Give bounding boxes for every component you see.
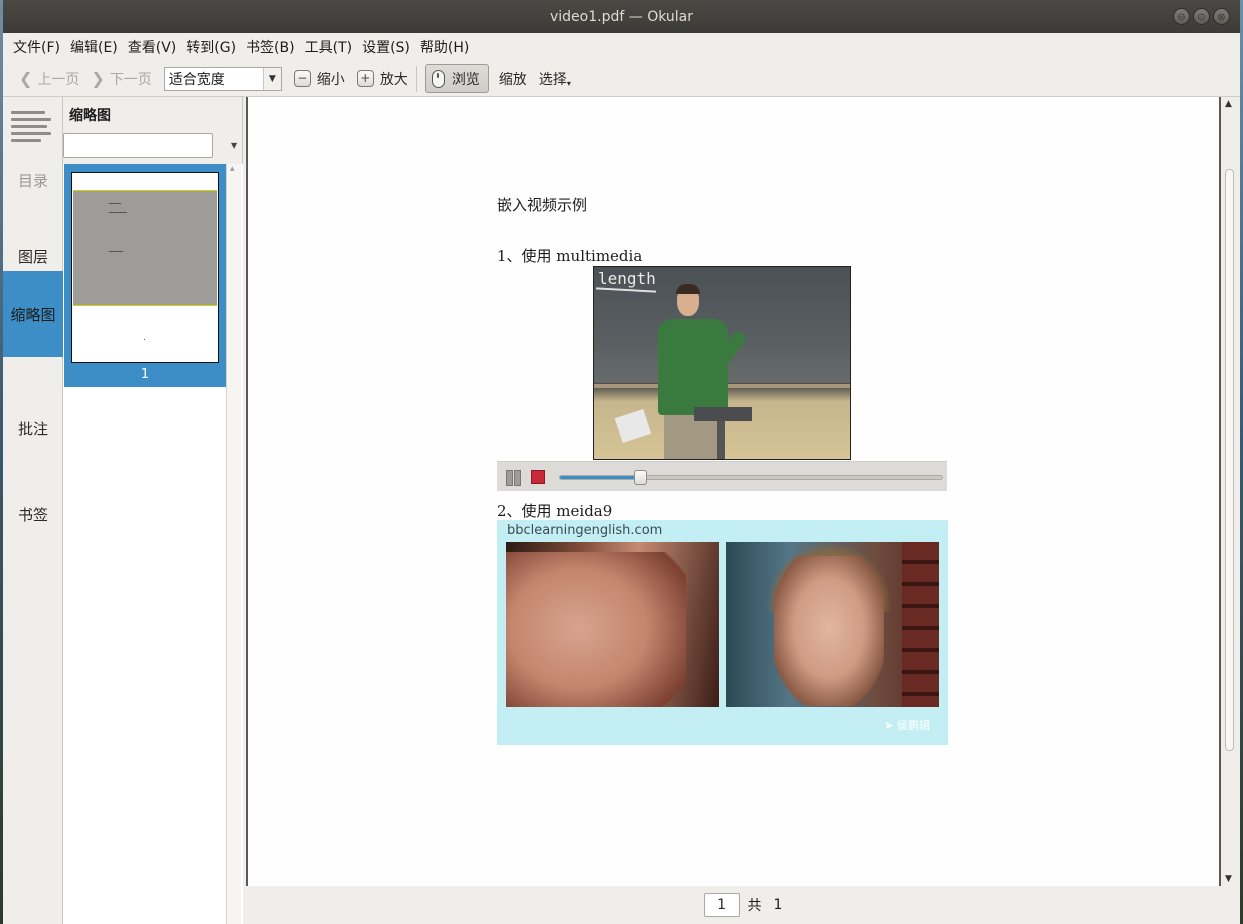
presenter-face	[774, 556, 884, 706]
browse-tool-label: 浏览	[451, 71, 480, 88]
document-scrollbar[interactable]: ▲ ▼	[1221, 97, 1238, 886]
window-controls: ⊖ ⊙ ⊗	[1173, 8, 1230, 25]
zoom-in-button[interactable]: + 放大	[351, 65, 414, 93]
paper-sheet	[614, 409, 652, 443]
maximize-button[interactable]: ⊙	[1193, 8, 1210, 25]
mouse-icon	[431, 69, 445, 88]
menu-bar: 文件(F) 编辑(E) 查看(V) 转到(G) 书签(B) 工具(T) 设置(S…	[3, 33, 1240, 61]
video-player-2[interactable]: bbclearningenglish.com ➤ 侯鹏辑	[497, 520, 948, 745]
chevron-right-icon: ❯	[91, 69, 105, 88]
thumbnails-search-input[interactable]	[63, 133, 213, 158]
thumbnails-title: 缩略图	[69, 108, 111, 124]
seek-handle[interactable]	[634, 470, 648, 485]
zoom-out-label: 缩小	[316, 71, 345, 88]
next-page-label: 下一页	[109, 71, 152, 88]
zoom-out-button[interactable]: − 缩小	[288, 65, 351, 93]
document-view[interactable]: 嵌入视频示例 1、使用 multimedia length 2、使用 meida…	[246, 97, 1221, 886]
zoom-tool-button[interactable]: 缩放	[493, 65, 533, 93]
chalkboard-text: length	[598, 269, 656, 288]
next-page-button[interactable]: ❯ 下一页	[85, 65, 157, 93]
page-total: 1	[773, 897, 783, 913]
sidebar-item-reviews[interactable]: 批注	[3, 385, 63, 471]
thumbnails-list: 1	[63, 164, 243, 924]
face-profile	[506, 552, 686, 707]
main-toolbar: ❮ 上一页 ❯ 下一页 适合宽度 ▼ − 缩小 + 放大 浏览 缩放 选择 ▾	[3, 61, 1240, 97]
scrollbar-thumb[interactable]	[1225, 169, 1234, 751]
video-url-overlay: bbclearningenglish.com	[507, 523, 663, 538]
dropdown-caret-icon: ▾	[566, 79, 571, 88]
menu-go[interactable]: 转到(G)	[185, 37, 243, 57]
select-tool-button[interactable]: 选择 ▾	[533, 65, 577, 93]
video-frame-right	[726, 542, 939, 707]
thumbnail-page-number: 1	[140, 367, 150, 382]
zoom-out-icon: −	[293, 70, 311, 87]
video-player-1[interactable]: length	[593, 266, 851, 460]
chalk-underline	[595, 287, 657, 293]
lectern-stand	[717, 421, 725, 459]
chevron-down-icon[interactable]: ▼	[262, 67, 281, 90]
lectern	[694, 407, 752, 421]
menu-view[interactable]: 查看(V)	[127, 37, 184, 57]
select-tool-label: 选择	[538, 71, 567, 88]
sidebar-item-contents[interactable]: 目录	[3, 137, 63, 223]
zoom-select-value: 适合宽度	[168, 71, 225, 88]
thumbnail-page-1[interactable]: 1	[64, 164, 226, 387]
lecturer-hair	[676, 284, 700, 294]
page-of-label: 共	[747, 898, 762, 914]
window-title: video1.pdf — Okular	[550, 8, 693, 25]
chevron-left-icon: ❮	[19, 69, 33, 88]
section1-title: 1、使用 multimedia	[497, 247, 643, 265]
sidebar-item-thumbnails[interactable]: 缩略图	[3, 271, 63, 357]
title-bar: video1.pdf — Okular ⊖ ⊙ ⊗	[3, 0, 1240, 33]
pause-icon[interactable]	[506, 470, 521, 486]
seek-progress	[560, 476, 641, 479]
browse-tool-button[interactable]: 浏览	[424, 64, 489, 93]
sidebar-item-bookmarks[interactable]: 书签	[3, 471, 63, 557]
thumbnail-video-area	[73, 190, 217, 306]
section2-title: 2、使用 meida9	[497, 502, 613, 520]
zoom-select[interactable]: 适合宽度 ▼	[163, 66, 282, 91]
close-button[interactable]: ⊗	[1213, 8, 1230, 25]
stop-icon[interactable]	[531, 470, 545, 484]
menu-bookmarks[interactable]: 书签(B)	[245, 37, 302, 57]
page-navigation: 1 共 1	[246, 886, 1240, 924]
side-panel-tabs: 目录 图层 缩略图 批注 书签	[3, 97, 63, 924]
menu-settings[interactable]: 设置(S)	[361, 37, 417, 57]
document-heading: 嵌入视频示例	[497, 196, 588, 214]
zoom-tool-label: 缩放	[498, 71, 527, 88]
page-number-input[interactable]: 1	[703, 893, 740, 917]
thumbnails-scrollbar[interactable]	[226, 164, 241, 924]
menu-help[interactable]: 帮助(H)	[419, 37, 476, 57]
scroll-down-icon[interactable]: ▼	[1225, 874, 1232, 884]
minimize-button[interactable]: ⊖	[1173, 8, 1190, 25]
toolbar-separator	[415, 65, 417, 92]
zoom-in-label: 放大	[379, 71, 408, 88]
thumbnail-preview	[71, 172, 219, 363]
menu-edit[interactable]: 编辑(E)	[69, 37, 125, 57]
zoom-in-icon: +	[356, 70, 374, 87]
menu-tools[interactable]: 工具(T)	[304, 37, 359, 57]
prev-page-button[interactable]: ❮ 上一页	[13, 65, 85, 93]
prev-page-label: 上一页	[37, 71, 80, 88]
seek-slider[interactable]	[559, 470, 943, 485]
video-watermark: ➤ 侯鹏辑	[884, 719, 930, 732]
okular-window: video1.pdf — Okular ⊖ ⊙ ⊗ 文件(F) 编辑(E) 查看…	[3, 0, 1240, 924]
video-controls	[497, 461, 947, 491]
chevron-down-icon[interactable]: ▼	[231, 141, 237, 150]
menu-file[interactable]: 文件(F)	[12, 37, 67, 57]
video-frame-left	[506, 542, 719, 707]
bookshelf	[902, 542, 939, 707]
scroll-up-icon[interactable]: ▲	[1225, 99, 1232, 109]
thumbnails-panel: 缩略图 ▼ 1	[63, 97, 243, 924]
